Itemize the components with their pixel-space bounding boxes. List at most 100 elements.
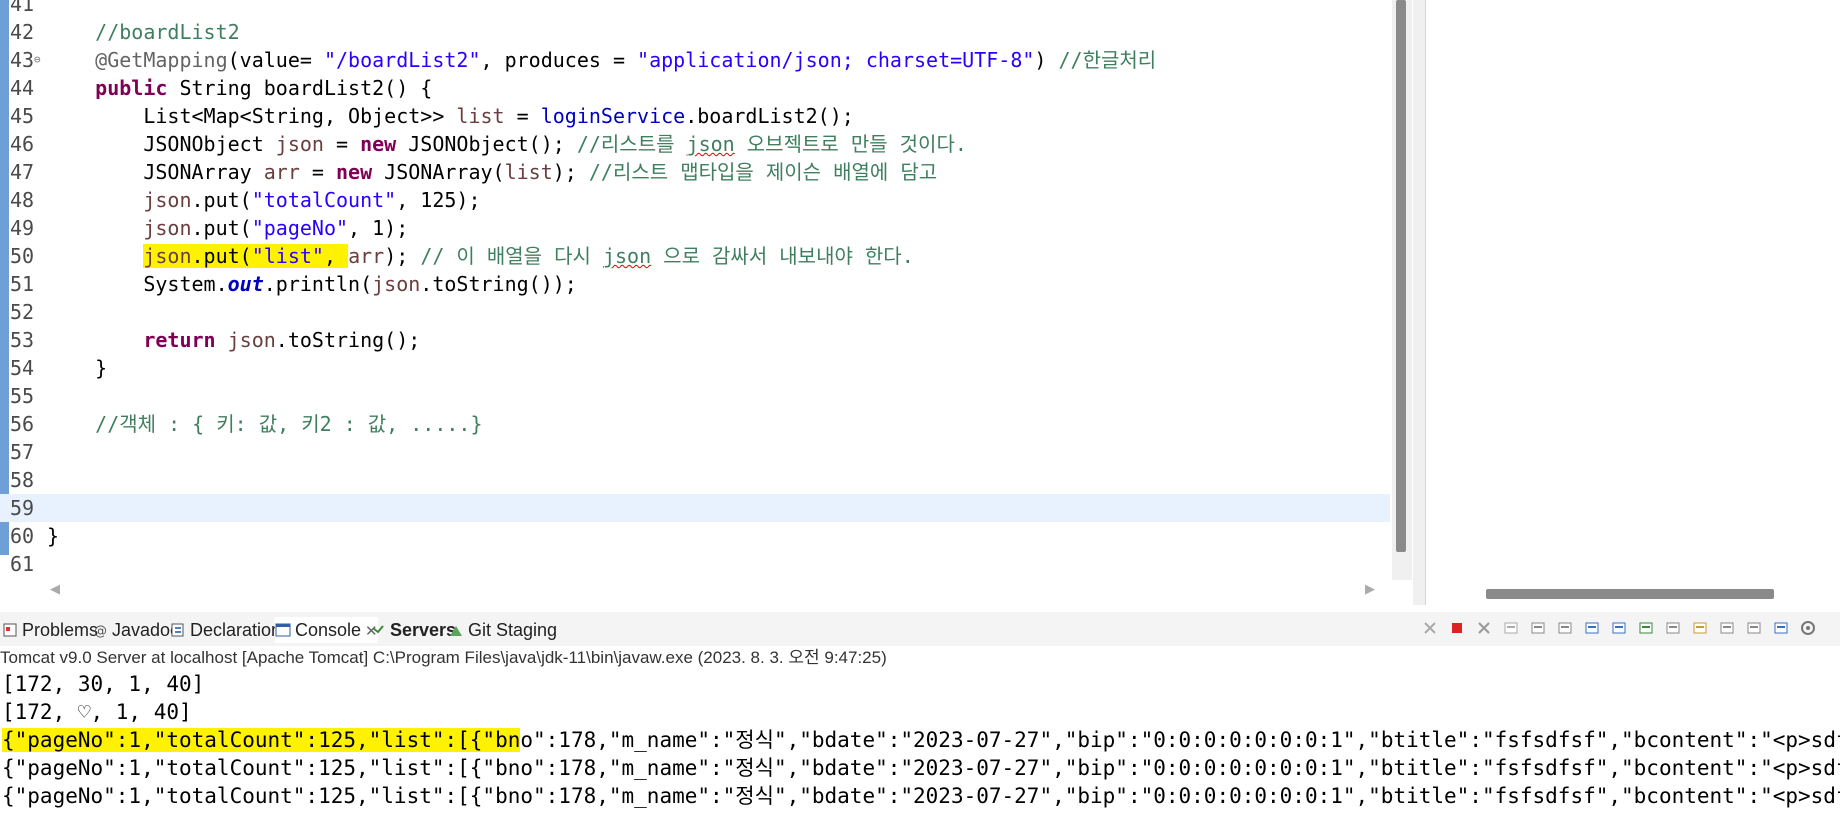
code-line[interactable]: 55 — [0, 382, 1390, 410]
code-token: return — [143, 328, 216, 352]
code-editor[interactable]: 41 42 //boardList2 43 ⊖ @GetMapping(value= … — [0, 0, 1390, 580]
code-token: ); — [552, 160, 589, 184]
code-line[interactable]: 61 — [0, 550, 1390, 578]
code-line[interactable]: 52 — [0, 298, 1390, 326]
code-token: arr — [348, 244, 385, 268]
svg-text:@: @ — [94, 624, 107, 638]
tab-label: Problems — [22, 620, 99, 640]
javadoc-icon: @ — [92, 619, 108, 639]
tab-servers[interactable]: Servers — [370, 617, 456, 643]
code-token: //boardList2 — [95, 20, 240, 44]
code-line[interactable]: 46 JSONObject json = new JSONObject(); /… — [0, 130, 1390, 158]
code-line[interactable]: 41 — [0, 0, 1390, 18]
code-line[interactable]: 53 return json.toString(); — [0, 326, 1390, 354]
terminate-icon[interactable] — [1449, 620, 1465, 636]
code-line[interactable]: 47 JSONArray arr = new JSONArray(list); … — [0, 158, 1390, 186]
editor-vertical-scroll-thumb[interactable] — [1396, 0, 1406, 552]
tab-problems[interactable]: Problems — [2, 617, 98, 643]
clear-console-icon[interactable] — [1503, 620, 1519, 636]
code-token: .boardList2(); — [685, 104, 854, 128]
code-line[interactable]: 58 — [0, 466, 1390, 494]
code-token: , 1); — [348, 216, 409, 240]
console-title: Tomcat v9.0 Server at localhost [Apache … — [0, 646, 1840, 670]
code-text: } — [47, 522, 59, 550]
maximize-icon[interactable] — [1773, 620, 1789, 636]
code-token: .put( — [191, 216, 252, 240]
outline-panel — [1425, 0, 1840, 605]
line-number: 50 — [10, 244, 35, 268]
code-text: return json.toString(); — [47, 326, 420, 354]
remove-launch-icon[interactable] — [1422, 620, 1438, 636]
scroll-left-icon[interactable]: ◀ — [50, 582, 60, 597]
code-token: } — [47, 356, 108, 380]
code-token: //한글처리 — [1058, 48, 1157, 72]
code-line[interactable]: 59 — [0, 494, 1390, 522]
scroll-lock-icon[interactable] — [1530, 620, 1546, 636]
tab-git-staging[interactable]: Git Staging — [448, 617, 557, 643]
settings-icon[interactable] — [1800, 620, 1816, 636]
remove-all-icon[interactable] — [1476, 620, 1492, 636]
console-output[interactable]: [172, 30, 1, 40] [172, ♡, 1, 40] {"pageNo"… — [0, 670, 1840, 831]
tab-console[interactable]: Console ✕ — [275, 617, 378, 643]
code-line[interactable]: 48 json.put("totalCount", 125); — [0, 186, 1390, 214]
code-token: .toString()); — [420, 272, 577, 296]
code-line[interactable]: 60} — [0, 522, 1390, 550]
code-line[interactable]: 54 } — [0, 354, 1390, 382]
code-token: json — [602, 244, 652, 268]
show-stdout-icon[interactable] — [1584, 620, 1600, 636]
editor-vertical-scrollbar[interactable] — [1392, 0, 1412, 580]
show-stderr-icon[interactable] — [1611, 620, 1627, 636]
code-text: System.out.println(json.toString()); — [47, 270, 577, 298]
code-line[interactable]: 49 json.put("pageNo", 1); — [0, 214, 1390, 242]
console-line: {"pageNo":1,"totalCount":125,"list":[{"b… — [0, 726, 1840, 754]
fold-toggle-icon[interactable]: ⊖ — [34, 46, 41, 74]
code-token: loginService — [540, 104, 686, 128]
console-icon — [275, 619, 291, 637]
display-console-icon[interactable] — [1665, 620, 1681, 636]
new-console-icon[interactable] — [1719, 620, 1735, 636]
console-text: [172, ♡, 1, 40] — [2, 700, 192, 724]
line-number: 46 — [10, 132, 35, 156]
code-token: out — [227, 272, 264, 296]
tab-javadoc[interactable]: @ Javadoc — [92, 617, 179, 643]
code-line[interactable]: 44 public String boardList2() { — [0, 74, 1390, 102]
code-token: // 이 배열을 다시 — [420, 244, 603, 268]
line-number: 42 — [10, 20, 35, 44]
minimize-icon[interactable] — [1746, 620, 1762, 636]
code-token: "application/json; charset=UTF-8" — [637, 48, 1035, 72]
code-line[interactable]: 51 System.out.println(json.toString()); — [0, 270, 1390, 298]
code-line[interactable]: 42 //boardList2 — [0, 18, 1390, 46]
pane-divider[interactable] — [1413, 0, 1425, 605]
line-number: 45 — [10, 104, 35, 128]
code-token: arr — [263, 160, 300, 184]
code-line[interactable]: 43 ⊖ @GetMapping(value= "/boardList2", pr… — [0, 46, 1390, 74]
problems-icon — [2, 619, 18, 637]
code-line[interactable]: 56 //객체 : { 키: 값, 키2 : 값, .....} — [0, 410, 1390, 438]
code-token: "totalCount" — [251, 188, 397, 212]
editor-horizontal-scrollbar[interactable]: ◀ ▶ — [40, 582, 1390, 600]
code-token: json — [686, 132, 735, 156]
code-token: JSONObject — [47, 132, 276, 156]
code-line[interactable]: 45 List<Map<String, Object>> list = logi… — [0, 102, 1390, 130]
word-wrap-icon[interactable] — [1557, 620, 1573, 636]
console-line: [172, ♡, 1, 40] — [0, 698, 1840, 726]
code-token: @GetMapping — [95, 48, 228, 72]
code-token: new — [336, 160, 373, 184]
scroll-right-icon[interactable]: ▶ — [1365, 582, 1375, 597]
code-token: .put( — [191, 188, 252, 212]
pin-console-icon[interactable] — [1638, 620, 1654, 636]
code-lines[interactable]: 41 42 //boardList2 43 ⊖ @GetMapping(value= … — [0, 0, 1390, 578]
code-text: List<Map<String, Object>> list = loginSe… — [47, 102, 854, 130]
tab-declaration[interactable]: Declaration — [170, 617, 281, 643]
outline-horizontal-scrollbar[interactable] — [1460, 585, 1840, 603]
open-console-icon[interactable] — [1692, 620, 1708, 636]
outline-horizontal-scroll-thumb[interactable] — [1486, 589, 1774, 599]
code-line[interactable]: 50 json.put("list", arr); // 이 배열을 다시 js… — [0, 242, 1390, 270]
code-text: //객체 : { 키: 값, 키2 : 값, .....} — [47, 410, 482, 438]
code-token: "/boardList2" — [323, 48, 481, 72]
code-line[interactable]: 57 — [0, 438, 1390, 466]
line-number: 60 — [10, 524, 35, 548]
